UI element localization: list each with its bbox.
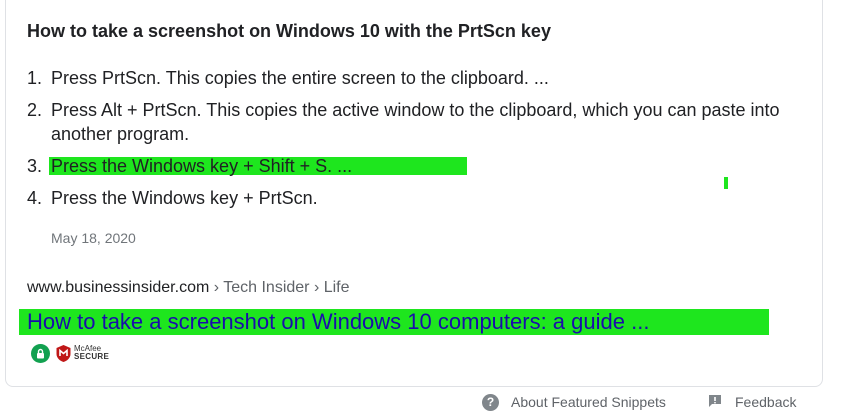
badge-text: McAfee SECURE: [74, 345, 109, 361]
list-item: 4. Press the Windows key + PrtScn.: [27, 186, 807, 210]
result-title-link[interactable]: How to take a screenshot on Windows 10 c…: [19, 309, 769, 335]
step-number: 2.: [27, 100, 43, 120]
step-text: Press the Windows key + PrtScn.: [51, 188, 318, 208]
snippet-date: May 18, 2020: [51, 230, 136, 246]
help-icon: ?: [482, 393, 499, 411]
list-item: 2. Press Alt + PrtScn. This copies the a…: [27, 98, 807, 146]
step-text: Press PrtScn. This copies the entire scr…: [51, 68, 549, 88]
mcafee-secure-badge[interactable]: McAfee SECURE: [31, 343, 109, 363]
highlight-mark: How to take a screenshot on Windows 10 c…: [19, 309, 769, 335]
mcafee-shield-icon: [55, 344, 72, 363]
list-item-highlighted: 3. Press the Windows key + Shift + S. ..…: [27, 154, 807, 178]
steps-list: 1. Press PrtScn. This copies the entire …: [27, 66, 807, 218]
source-breadcrumb[interactable]: www.businessinsider.com › Tech Insider ›…: [27, 279, 350, 297]
snippet-title: How to take a screenshot on Windows 10 w…: [27, 21, 551, 41]
step-text: Press the Windows key + Shift + S. ...: [51, 156, 353, 176]
lock-icon: [31, 343, 50, 363]
source-domain[interactable]: www.businessinsider.com: [27, 279, 209, 296]
about-featured-snippets-link[interactable]: ? About Featured Snippets: [482, 392, 666, 412]
step-text: Press Alt + PrtScn. This copies the acti…: [51, 100, 780, 144]
feedback-link[interactable]: Feedback: [707, 392, 796, 412]
step-number: 3.: [27, 156, 43, 176]
step-text-wrap: Press the Windows key + Shift + S. ...: [49, 154, 807, 178]
about-label[interactable]: About Featured Snippets: [511, 394, 666, 410]
highlight-mark-small: [724, 177, 728, 189]
step-number: 1.: [27, 68, 43, 88]
feedback-icon: [707, 393, 723, 412]
badge-secure: SECURE: [74, 352, 110, 361]
step-number: 4.: [27, 188, 43, 208]
result-title-text[interactable]: How to take a screenshot on Windows 10 c…: [27, 309, 649, 334]
list-item: 1. Press PrtScn. This copies the entire …: [27, 66, 807, 90]
breadcrumb-path: › Tech Insider › Life: [209, 279, 350, 296]
highlight-mark: Press the Windows key + Shift + S. ...: [49, 154, 467, 178]
feedback-label[interactable]: Feedback: [735, 394, 796, 410]
